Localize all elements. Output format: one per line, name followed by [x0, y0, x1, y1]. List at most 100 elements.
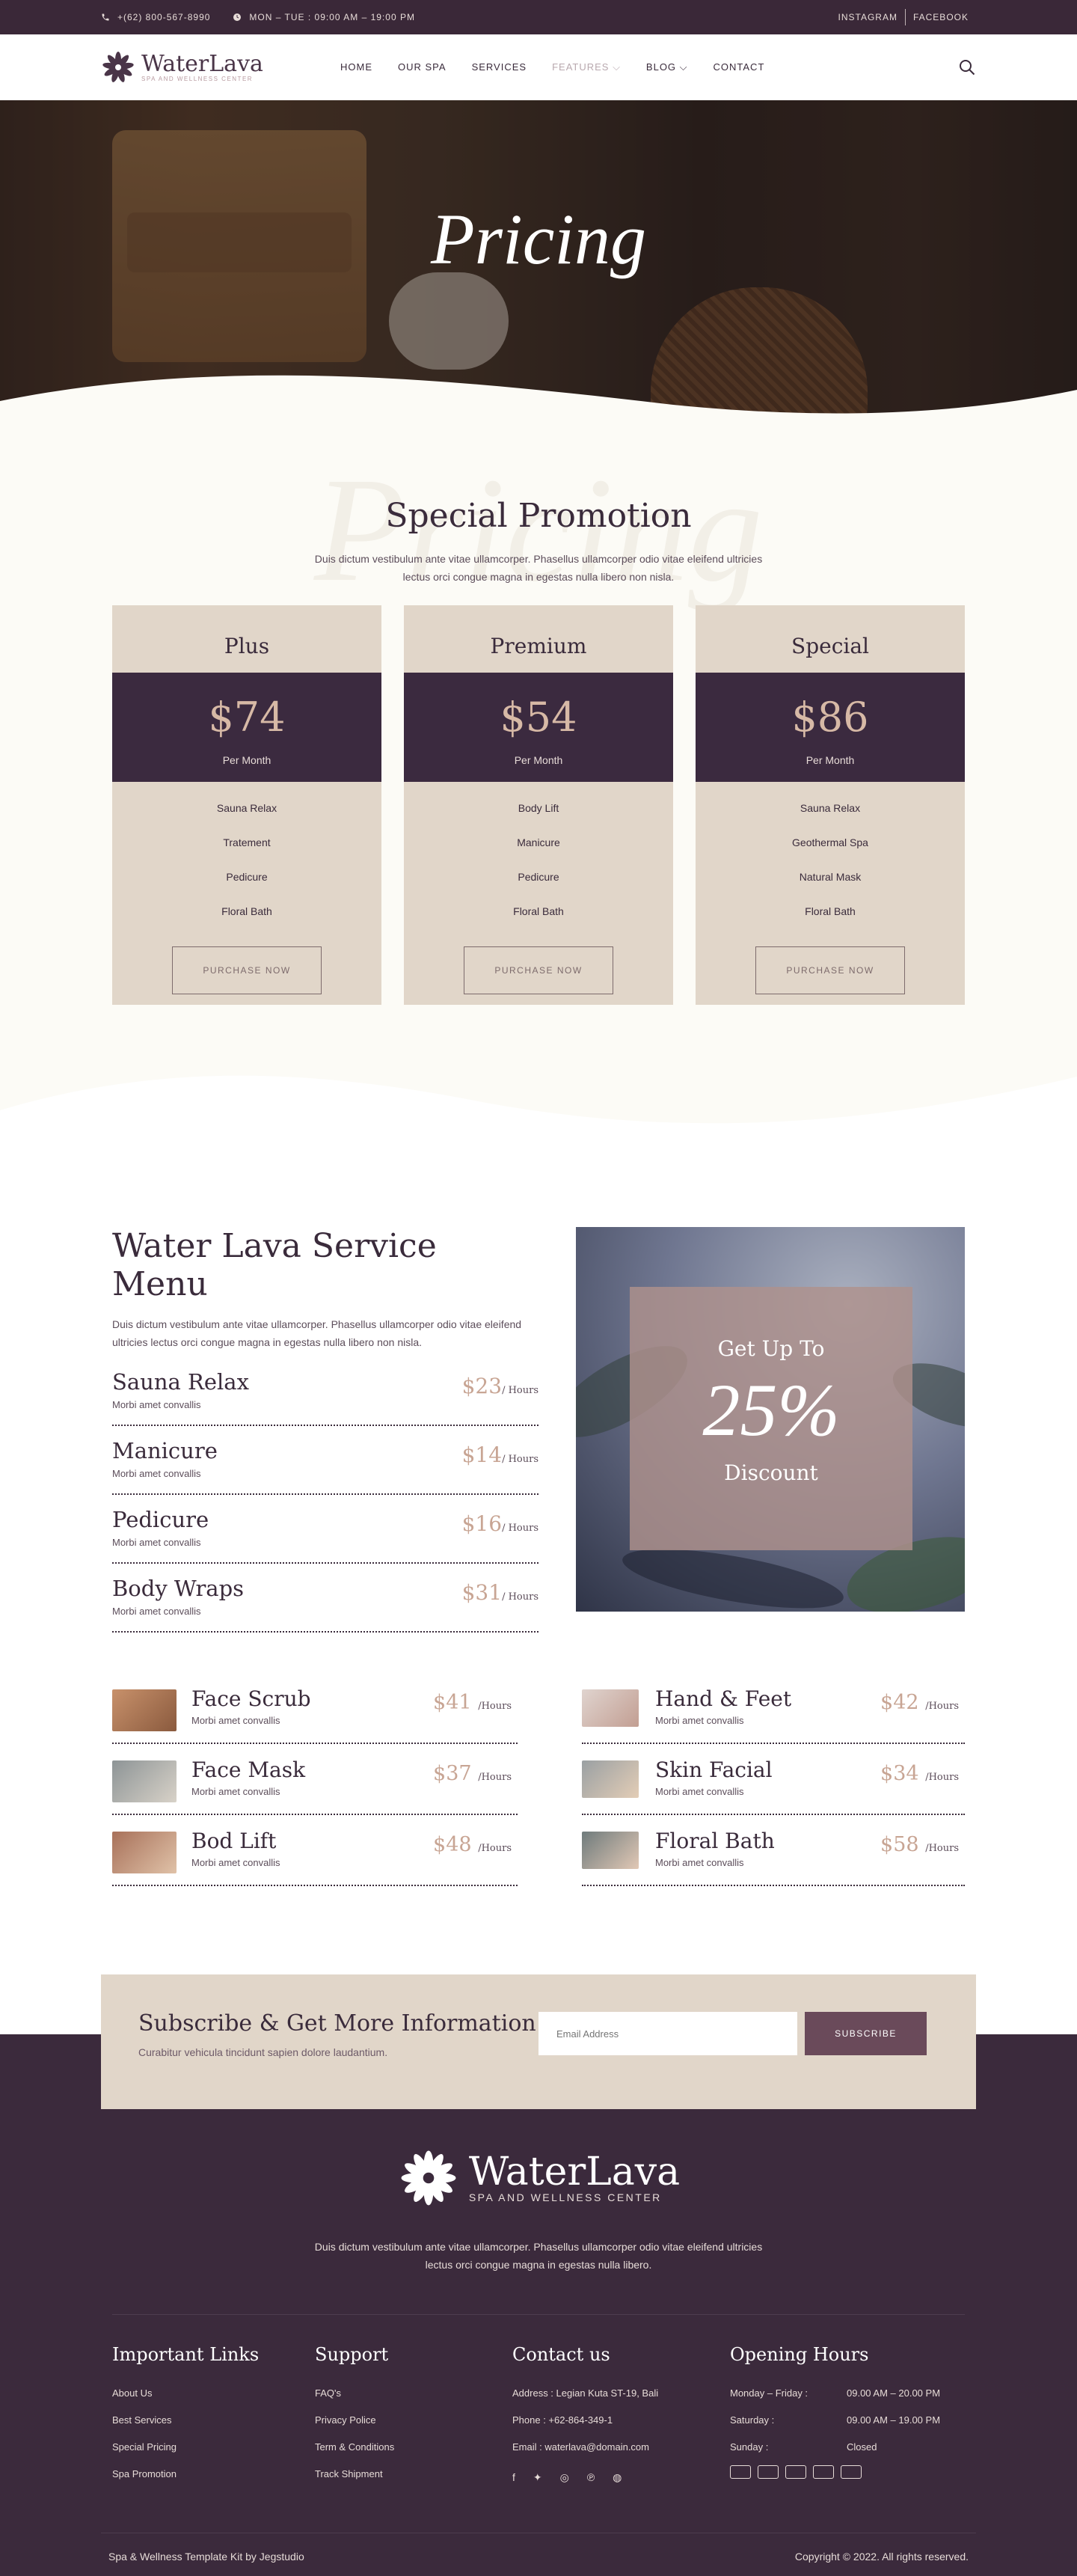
- twitter-icon[interactable]: ✦: [533, 2471, 542, 2484]
- footer-heading: Support: [315, 2344, 389, 2365]
- service-price: $58 /Hours: [880, 1833, 959, 1856]
- service-price-unit: / Hours: [502, 1523, 538, 1534]
- service-name: Sauna Relax: [112, 1369, 249, 1395]
- service-list: Water Lava Service Menu Duis dictum vest…: [112, 1227, 538, 1633]
- subscribe-box: Subscribe & Get More Information Curabit…: [101, 1974, 976, 2109]
- service-price-value: $42: [880, 1691, 919, 1714]
- plan-feature: Floral Bath: [805, 905, 856, 917]
- extra-service-row: Skin Facial Morbi amet convallis $34 /Ho…: [582, 1744, 965, 1815]
- service-row: Manicure Morbi amet convallis $14/ Hours: [112, 1426, 538, 1495]
- promo-wave: [0, 1075, 1077, 1140]
- footer-link[interactable]: Special Pricing: [112, 2434, 259, 2461]
- subscribe-title: Subscribe & Get More Information: [138, 2010, 536, 2037]
- footer-link[interactable]: Privacy Police: [315, 2407, 394, 2434]
- pinterest-icon[interactable]: ℗: [587, 2471, 595, 2484]
- plan-features: Sauna Relax Tratement Pedicure Floral Ba…: [112, 782, 381, 937]
- service-row: Sauna Relax Morbi amet convallis $23/ Ho…: [112, 1357, 538, 1426]
- service-name: Floral Bath: [655, 1829, 775, 1853]
- service-price-unit: / Hours: [502, 1591, 538, 1603]
- extra-services: Face Scrub Morbi amet convallis $41 /Hou…: [112, 1673, 965, 1886]
- service-price-unit: /Hours: [478, 1843, 512, 1854]
- subscribe-button[interactable]: SUBSCRIBE: [805, 2012, 927, 2055]
- pricing-card-plus: Plus $74 Per Month Sauna Relax Tratement…: [112, 605, 381, 1005]
- nav-item-features[interactable]: FEATURES ⌵: [552, 61, 621, 73]
- top-bar-info: +(62) 800-567-8990 MON – TUE : 09:00 AM …: [101, 12, 415, 22]
- service-sub: Morbi amet convallis: [112, 1468, 201, 1479]
- social-links: INSTAGRAM FACEBOOK: [831, 9, 976, 25]
- footer-credit: Spa & Wellness Template Kit by Jegstudio: [108, 2551, 304, 2563]
- plan-feature: Natural Mask: [799, 871, 862, 883]
- service-price: $23/ Hours: [462, 1374, 538, 1398]
- service-price: $41 /Hours: [433, 1691, 512, 1714]
- footer-link[interactable]: About Us: [112, 2380, 259, 2407]
- purchase-button[interactable]: PURCHASE NOW: [464, 946, 613, 994]
- plan-name: Premium: [490, 634, 587, 658]
- search-icon[interactable]: [958, 58, 976, 76]
- promotion-section: Pricing Special Promotion Duis dictum ve…: [0, 422, 1077, 1140]
- service-row: Pedicure Morbi amet convallis $16/ Hours: [112, 1495, 538, 1564]
- hours-info: MON – TUE : 09:00 AM – 19:00 PM: [233, 12, 415, 22]
- nav-item-home[interactable]: HOME: [340, 61, 372, 73]
- pricing-cards: Plus $74 Per Month Sauna Relax Tratement…: [112, 605, 965, 1005]
- footer-brand-name: WaterLava: [468, 2150, 681, 2194]
- plan-feature: Geothermal Spa: [792, 836, 868, 848]
- service-price-value: $48: [433, 1833, 472, 1856]
- plan-features: Sauna Relax Geothermal Spa Natural Mask …: [696, 782, 965, 937]
- extra-service-row: Face Scrub Morbi amet convallis $41 /Hou…: [112, 1673, 518, 1744]
- service-price-unit: /Hours: [925, 1701, 959, 1712]
- service-name: Manicure: [112, 1438, 218, 1463]
- section-description: Duis dictum vestibulum ante vitae ullamc…: [314, 553, 763, 583]
- service-price-value: $34: [880, 1762, 919, 1785]
- service-price-unit: / Hours: [502, 1385, 538, 1396]
- hours-day: Sunday :: [730, 2441, 769, 2453]
- footer-logo[interactable]: WaterLava SPA AND WELLNESS CENTER: [0, 2147, 1077, 2209]
- footer-support: Support FAQ's Privacy Police Term & Cond…: [315, 2344, 394, 2488]
- service-name: Bod Lift: [191, 1829, 277, 1853]
- service-price-unit: / Hours: [502, 1454, 538, 1465]
- discount-bottom: Discount: [724, 1460, 818, 1485]
- extra-service-row: Bod Lift Morbi amet convallis $48 /Hours: [112, 1815, 518, 1886]
- service-name: Skin Facial: [655, 1757, 773, 1782]
- clock-icon: [233, 13, 242, 21]
- facebook-icon[interactable]: f: [512, 2471, 515, 2484]
- plan-price-block: $54 Per Month: [404, 673, 673, 782]
- footer-link[interactable]: Best Services: [112, 2407, 259, 2434]
- nav-item-blog[interactable]: BLOG ⌵: [646, 61, 688, 73]
- service-price: $48 /Hours: [433, 1833, 512, 1856]
- plan-price: $74: [208, 694, 286, 741]
- nav-item-services[interactable]: SERVICES: [472, 61, 527, 73]
- plan-price-block: $86 Per Month: [696, 673, 965, 782]
- nav-item-contact[interactable]: CONTACT: [714, 61, 765, 73]
- instagram-icon[interactable]: ◎: [560, 2471, 569, 2484]
- dribbble-icon[interactable]: ◍: [613, 2471, 622, 2484]
- lotus-logo-icon: [102, 52, 134, 82]
- hours-row: Sunday : Closed: [730, 2434, 940, 2461]
- service-thumbnail: [112, 1689, 177, 1731]
- purchase-button[interactable]: PURCHASE NOW: [172, 946, 322, 994]
- phone-info: +(62) 800-567-8990: [101, 12, 210, 22]
- service-price: $14/ Hours: [462, 1443, 538, 1467]
- amex-icon: [841, 2465, 862, 2479]
- purchase-button[interactable]: PURCHASE NOW: [755, 946, 905, 994]
- section-title: Special Promotion: [385, 497, 692, 535]
- instagram-link[interactable]: INSTAGRAM: [831, 12, 905, 22]
- email-field[interactable]: [538, 2012, 797, 2055]
- footer-heading: Contact us: [512, 2344, 610, 2365]
- footer-copyright: Copyright © 2022. All rights reserved.: [794, 2551, 969, 2563]
- top-bar: +(62) 800-567-8990 MON – TUE : 09:00 AM …: [0, 0, 1077, 34]
- service-sub: Morbi amet convallis: [112, 1606, 201, 1617]
- discount-percent: 25%: [702, 1368, 840, 1451]
- footer-link[interactable]: Spa Promotion: [112, 2461, 259, 2488]
- hours-row: Saturday : 09.00 AM – 19.00 PM: [730, 2407, 940, 2434]
- lotus-logo-icon: [401, 2150, 456, 2206]
- nav-item-our-spa[interactable]: OUR SPA: [398, 61, 447, 73]
- plan-period: Per Month: [806, 754, 855, 766]
- footer-link[interactable]: FAQ's: [315, 2380, 394, 2407]
- footer-link[interactable]: Term & Conditions: [315, 2434, 394, 2461]
- facebook-link[interactable]: FACEBOOK: [906, 12, 976, 22]
- plan-price: $86: [791, 694, 869, 741]
- footer-link[interactable]: Track Shipment: [315, 2461, 394, 2488]
- logo[interactable]: WaterLava SPA AND WELLNESS CENTER: [101, 50, 340, 85]
- service-thumbnail: [112, 1760, 177, 1802]
- brand-name: WaterLava: [141, 50, 263, 77]
